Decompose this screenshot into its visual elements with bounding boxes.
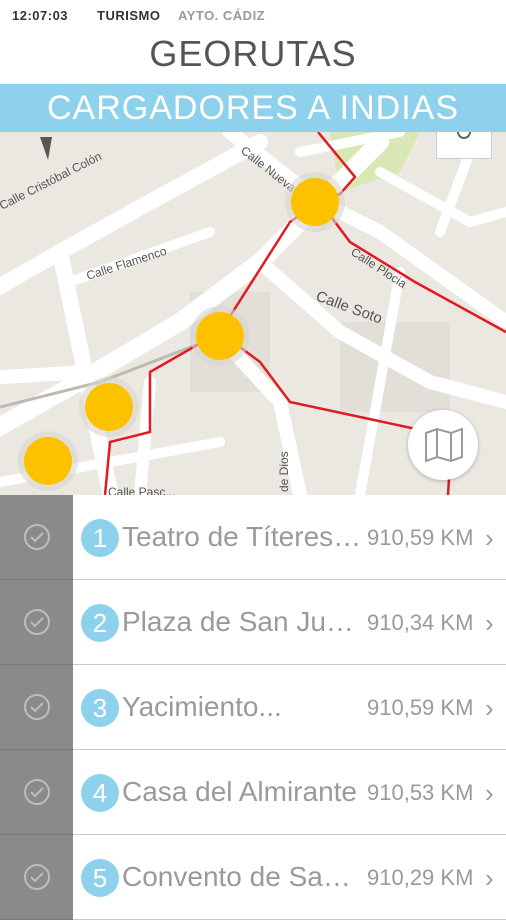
stop-distance: 910,29 KM xyxy=(367,865,474,890)
chevron-right-icon: › xyxy=(485,778,494,808)
stop-details[interactable]: 2 Plaza de San Juan... 910,34 KM › xyxy=(73,580,506,665)
stop-number: 4 xyxy=(81,774,119,812)
map-icon xyxy=(425,427,463,463)
visited-toggle[interactable] xyxy=(0,495,73,580)
visited-toggle[interactable] xyxy=(0,665,73,750)
stop-number: 1 xyxy=(81,519,119,557)
stop-name: Plaza de San Juan... xyxy=(122,606,362,637)
list-item[interactable]: 4 Casa del Almirante 910,53 KM › xyxy=(0,750,506,835)
stop-details[interactable]: 3 Yacimiento... 910,59 KM › xyxy=(73,665,506,750)
check-circle-icon xyxy=(24,779,50,805)
stop-number: 3 xyxy=(81,689,119,727)
street-label: de Dios xyxy=(277,451,291,492)
page-title: GEORUTAS xyxy=(0,32,506,84)
map-view-button[interactable] xyxy=(408,410,478,480)
status-time: 12:07:03 xyxy=(12,8,69,23)
stop-details[interactable]: 1 Teatro de Títeres ... 910,59 KM › xyxy=(73,495,506,580)
stop-distance: 910,59 KM xyxy=(367,695,474,720)
stop-name: Teatro de Títeres ... xyxy=(122,521,362,552)
stop-distance: 910,53 KM xyxy=(367,780,474,805)
check-circle-icon xyxy=(24,609,50,635)
stop-number: 5 xyxy=(81,859,119,897)
stop-details[interactable]: 4 Casa del Almirante 910,53 KM › xyxy=(73,750,506,835)
stop-name: Convento de Sant... xyxy=(122,861,362,892)
visited-toggle[interactable] xyxy=(0,750,73,835)
stop-details[interactable]: 5 Convento de Sant... 910,29 KM › xyxy=(73,835,506,920)
stop-list: 1 Teatro de Títeres ... 910,59 KM › 2 Pl… xyxy=(0,495,506,920)
status-app-name: TURISMO xyxy=(97,8,161,23)
route-title: CARGADORES A INDIAS xyxy=(0,84,506,132)
check-circle-icon xyxy=(24,524,50,550)
list-item[interactable]: 1 Teatro de Títeres ... 910,59 KM › xyxy=(0,495,506,580)
stop-distance: 910,59 KM xyxy=(367,525,474,550)
status-organization: AYTO. CÁDIZ xyxy=(178,8,266,23)
stop-name: Casa del Almirante xyxy=(122,776,358,807)
visited-toggle[interactable] xyxy=(0,580,73,665)
route-map[interactable]: Calle Cristóbal Colón Calle Flamenco Cal… xyxy=(0,132,506,495)
list-item[interactable]: 2 Plaza de San Juan... 910,34 KM › xyxy=(0,580,506,665)
chevron-right-icon: › xyxy=(485,863,494,893)
list-item[interactable]: 5 Convento de Sant... 910,29 KM › xyxy=(0,835,506,920)
stop-distance: 910,34 KM xyxy=(367,610,474,635)
street-label: Calle Pasc... xyxy=(108,485,175,495)
check-circle-icon xyxy=(24,864,50,890)
chevron-right-icon: › xyxy=(485,608,494,638)
visited-toggle[interactable] xyxy=(0,835,73,920)
stop-marker[interactable] xyxy=(85,383,133,431)
stop-name: Yacimiento... xyxy=(122,691,282,722)
stop-number: 2 xyxy=(81,604,119,642)
stop-marker[interactable] xyxy=(196,312,244,360)
stop-marker[interactable] xyxy=(24,437,72,485)
chevron-right-icon: › xyxy=(485,693,494,723)
my-location-button[interactable] xyxy=(436,132,492,159)
check-circle-icon xyxy=(24,694,50,720)
stop-marker[interactable] xyxy=(291,178,339,226)
my-location-icon xyxy=(457,132,471,139)
status-bar: 12:07:03 TURISMO AYTO. CÁDIZ xyxy=(0,0,506,32)
list-item[interactable]: 3 Yacimiento... 910,59 KM › xyxy=(0,665,506,750)
chevron-right-icon: › xyxy=(485,523,494,553)
